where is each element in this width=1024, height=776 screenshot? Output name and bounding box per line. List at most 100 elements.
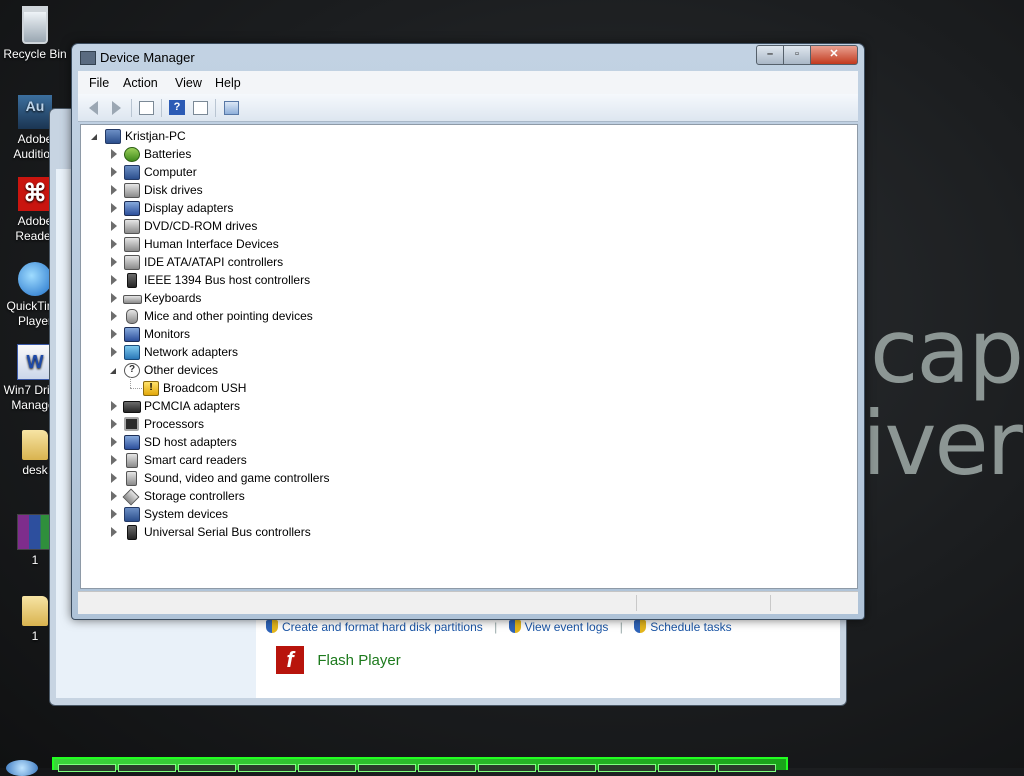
tree-root-label: Kristjan-PC: [125, 129, 186, 143]
expand-arrow-icon[interactable]: [111, 167, 117, 177]
flash-player-icon: f: [276, 646, 304, 674]
close-button[interactable]: ✕: [810, 45, 858, 65]
speaker-icon: [126, 471, 137, 486]
tree-item-label: System devices: [144, 507, 229, 521]
expand-arrow-icon[interactable]: [111, 293, 117, 303]
flash-player-item[interactable]: f Flash Player: [276, 646, 401, 674]
tree-item-label: Display adapters: [144, 201, 234, 215]
desktop-icon-recycle-bin[interactable]: Recycle Bin: [0, 6, 70, 62]
link-view-event-logs[interactable]: View event logs: [525, 620, 609, 634]
taskbar-button[interactable]: [298, 764, 356, 772]
desktop-icon-label: 1: [31, 629, 39, 643]
expand-arrow-icon[interactable]: [111, 257, 117, 267]
tree-item-label: Other devices: [144, 363, 219, 377]
battery-icon: [124, 147, 140, 162]
expand-arrow-icon[interactable]: [111, 185, 117, 195]
taskbar-button[interactable]: [418, 764, 476, 772]
menu-file[interactable]: File: [89, 76, 109, 90]
maximize-button[interactable]: ▫: [783, 45, 811, 65]
expand-arrow-icon[interactable]: [111, 473, 117, 483]
expand-arrow-icon[interactable]: [111, 401, 117, 411]
expand-arrow-icon[interactable]: [111, 347, 117, 357]
expand-arrow-icon[interactable]: [111, 203, 117, 213]
window-title: Device Manager: [100, 50, 195, 65]
expand-arrow-icon[interactable]: [111, 329, 117, 339]
desktop-icon-label: Recycle Bin: [3, 47, 67, 61]
expand-arrow-icon[interactable]: [111, 491, 117, 501]
title-bar[interactable]: Device Manager – ▫ ✕: [72, 44, 864, 70]
show-hide-console-tree-icon[interactable]: [139, 101, 154, 115]
desktop-icon-label: 1: [31, 553, 39, 567]
admin-tools-links: Create and format hard disk partitions |…: [266, 620, 732, 634]
desktop-icon-label: desk: [22, 463, 48, 477]
taskbar-button[interactable]: [718, 764, 776, 772]
computer-icon: [105, 129, 121, 144]
expand-arrow-icon[interactable]: [111, 275, 117, 285]
taskbar-button[interactable]: [238, 764, 296, 772]
expand-arrow-icon[interactable]: [111, 311, 117, 321]
device-manager-window[interactable]: Device Manager – ▫ ✕ File Action View He…: [71, 43, 865, 620]
recycle-bin-icon: [22, 6, 48, 44]
expand-arrow-icon[interactable]: [111, 419, 117, 429]
mouse-icon: [126, 309, 138, 324]
keyboard-icon: [123, 295, 142, 304]
scan-hardware-changes-icon[interactable]: [224, 101, 239, 115]
shield-icon: [508, 620, 521, 633]
toolbar-separator: [161, 99, 162, 117]
tree-item-label: Processors: [144, 417, 205, 431]
wallpaper-text-1: cap: [870, 300, 1024, 403]
taskbar-button[interactable]: [358, 764, 416, 772]
computer-icon: [124, 165, 140, 180]
taskbar-button[interactable]: [178, 764, 236, 772]
menu-help[interactable]: Help: [215, 76, 241, 90]
taskbar: [52, 757, 788, 772]
expand-arrow-icon[interactable]: [111, 455, 117, 465]
tree-item-label: Monitors: [144, 327, 191, 341]
link-separator: |: [494, 620, 498, 634]
shield-icon: [266, 620, 278, 633]
processor-icon: [124, 417, 139, 431]
device-tree: Kristjan-PC Batteries Computer Disk driv…: [80, 124, 858, 589]
expand-arrow-icon[interactable]: [111, 527, 117, 537]
collapse-arrow-icon[interactable]: [91, 134, 97, 140]
menu-action[interactable]: Action: [123, 76, 158, 90]
adobe-audition-icon: Au: [18, 95, 52, 129]
dvd-drive-icon: [124, 219, 140, 234]
expand-arrow-icon[interactable]: [111, 437, 117, 447]
expand-arrow-icon[interactable]: [111, 221, 117, 231]
expand-arrow-icon[interactable]: [111, 149, 117, 159]
menu-view[interactable]: View: [175, 76, 202, 90]
minimize-button[interactable]: –: [756, 45, 784, 65]
properties-icon[interactable]: [193, 101, 208, 115]
hid-icon: [124, 237, 140, 252]
forward-arrow-icon[interactable]: [108, 100, 124, 115]
word-document-icon: W: [17, 344, 53, 380]
ieee1394-icon: [127, 273, 137, 288]
shield-icon: [634, 620, 647, 633]
help-icon[interactable]: ?: [169, 100, 185, 115]
folder-icon: [22, 430, 48, 460]
link-schedule-tasks[interactable]: Schedule tasks: [650, 620, 731, 634]
smart-card-icon: [126, 453, 138, 468]
expand-arrow-icon[interactable]: [111, 239, 117, 249]
tree-item-label: Mice and other pointing devices: [144, 309, 313, 323]
taskbar-button[interactable]: [598, 764, 656, 772]
collapse-arrow-icon[interactable]: [110, 368, 116, 374]
taskbar-button[interactable]: [658, 764, 716, 772]
tree-connector: [130, 388, 142, 389]
taskbar-button[interactable]: [118, 764, 176, 772]
taskbar-button[interactable]: [478, 764, 536, 772]
taskbar-button[interactable]: [58, 764, 116, 772]
tree-item-label: DVD/CD-ROM drives: [144, 219, 258, 233]
taskbar-button[interactable]: [538, 764, 596, 772]
other-devices-icon: ?: [124, 363, 140, 378]
warning-icon: !: [143, 381, 159, 396]
tree-item-label: SD host adapters: [144, 435, 237, 449]
winrar-icon: [17, 514, 53, 550]
flash-player-label: Flash Player: [317, 651, 401, 669]
back-arrow-icon[interactable]: [86, 100, 102, 115]
system-devices-icon: [124, 507, 140, 522]
start-button[interactable]: [6, 760, 38, 776]
link-create-format-partitions[interactable]: Create and format hard disk partitions: [282, 620, 483, 634]
expand-arrow-icon[interactable]: [111, 509, 117, 519]
